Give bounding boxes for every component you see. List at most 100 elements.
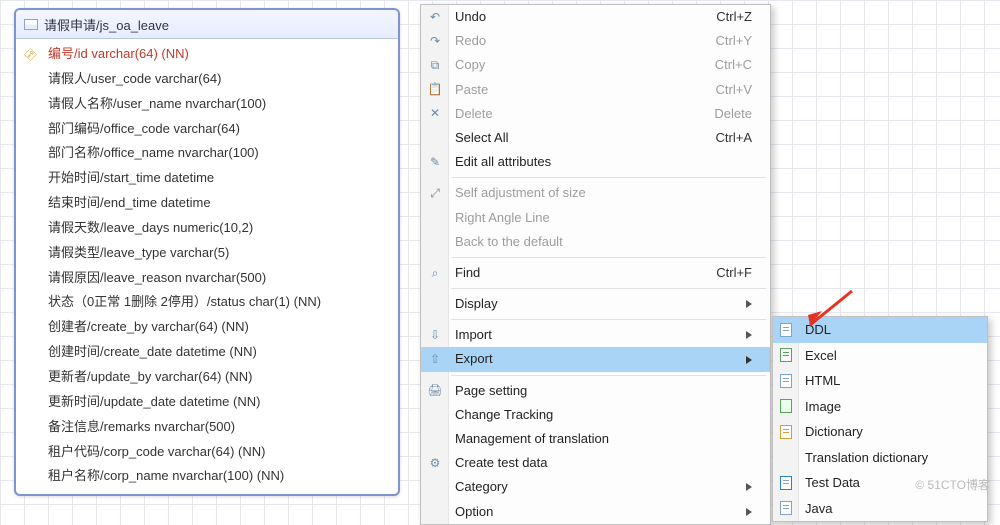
export-submenu: DDL ExcelHTML ImageDictionaryTranslation d… <box>772 316 988 522</box>
entity-title-bar[interactable]: 请假申请/js_oa_leave <box>16 10 398 39</box>
column-text: 部门名称/office_name nvarchar(100) <box>48 144 259 163</box>
menu-item-edit-all-attributes[interactable]: ✎Edit all attributes <box>421 150 770 174</box>
export-item-java[interactable]: Java <box>773 496 987 522</box>
column-row[interactable]: 更新时间/update_date datetime (NN) <box>16 390 398 415</box>
export-item-ddl[interactable]: DDL <box>773 317 987 343</box>
menu-item-undo[interactable]: ↶UndoCtrl+Z <box>421 5 770 29</box>
menu-item-display[interactable]: Display <box>421 292 770 316</box>
menu-item-label: Back to the default <box>455 233 563 251</box>
column-text: 租户名称/corp_name nvarchar(100) (NN) <box>48 467 284 486</box>
menu-item-label: Self adjustment of size <box>455 184 586 202</box>
menu-item-category[interactable]: Category <box>421 475 770 499</box>
menu-item-right-angle-line: Right Angle Line <box>421 206 770 230</box>
column-row[interactable]: 部门编码/office_code varchar(64) <box>16 117 398 142</box>
change-tracking-icon <box>427 407 443 423</box>
export-excel-icon <box>778 347 794 363</box>
submenu-arrow-icon <box>746 508 752 516</box>
column-row[interactable]: 状态（0正常 1删除 2停用）/status char(1) (NN) <box>16 290 398 315</box>
primary-key-icon: ⚿ <box>23 45 43 65</box>
export-item-label: Image <box>805 397 841 417</box>
back-to-the-default-icon <box>427 234 443 250</box>
find-icon: ⌕ <box>427 265 443 281</box>
column-text: 创建时间/create_date datetime (NN) <box>48 343 257 362</box>
column-text: 开始时间/start_time datetime <box>48 169 214 188</box>
export-item-test-data[interactable]: Test Data <box>773 470 987 496</box>
column-row[interactable]: 结束时间/end_time datetime <box>16 191 398 216</box>
menu-item-redo: ↷RedoCtrl+Y <box>421 29 770 53</box>
menu-item-delete: ✕DeleteDelete <box>421 102 770 126</box>
column-row[interactable]: 请假人名称/user_name nvarchar(100) <box>16 92 398 117</box>
submenu-arrow-icon <box>746 483 752 491</box>
column-text: 结束时间/end_time datetime <box>48 194 211 213</box>
column-text: 更新者/update_by varchar(64) (NN) <box>48 368 252 387</box>
column-row[interactable]: 部门名称/office_name nvarchar(100) <box>16 141 398 166</box>
export-item-dictionary[interactable]: Dictionary <box>773 419 987 445</box>
copy-icon: ⧉ <box>427 57 443 73</box>
column-text: 租户代码/corp_code varchar(64) (NN) <box>48 443 265 462</box>
export-html-icon <box>778 373 794 389</box>
export-icon: ⇧ <box>427 352 443 368</box>
menu-item-option[interactable]: Option <box>421 500 770 524</box>
menu-item-find[interactable]: ⌕FindCtrl+F <box>421 261 770 285</box>
column-text: 状态（0正常 1删除 2停用）/status char(1) (NN) <box>48 293 321 312</box>
column-row[interactable]: 租户代码/corp_code varchar(64) (NN) <box>16 440 398 465</box>
column-row[interactable]: 租户名称/corp_name nvarchar(100) (NN) <box>16 464 398 489</box>
menu-separator <box>451 177 766 178</box>
display-icon <box>427 296 443 312</box>
select-all-icon <box>427 130 443 146</box>
menu-shortcut: Ctrl+V <box>716 81 752 99</box>
menu-item-label: Redo <box>455 32 486 50</box>
import-icon: ⇩ <box>427 327 443 343</box>
export-ddl-icon <box>778 322 794 338</box>
menu-item-copy: ⧉ Copy Ctrl+C <box>421 53 770 77</box>
menu-item-label: Page setting <box>455 382 527 400</box>
menu-shortcut: Ctrl+A <box>716 129 752 147</box>
menu-shortcut: Ctrl+C <box>715 56 752 74</box>
export-item-label: Excel <box>805 346 837 366</box>
column-row[interactable]: 请假类型/leave_type varchar(5) <box>16 241 398 266</box>
column-text: 请假类型/leave_type varchar(5) <box>48 244 229 263</box>
export-translation-dictionary-icon <box>778 449 794 465</box>
menu-item-change-tracking[interactable]: Change Tracking <box>421 403 770 427</box>
option-icon <box>427 504 443 520</box>
table-icon <box>24 19 38 30</box>
export-item-translation-dictionary[interactable]: Translation dictionary <box>773 445 987 471</box>
menu-item-select-all[interactable]: Select All Ctrl+A <box>421 126 770 150</box>
paste-icon: 📋 <box>427 82 443 98</box>
column-text: 请假原因/leave_reason nvarchar(500) <box>48 269 266 288</box>
menu-item-create-test-data[interactable]: ⚙ Create test data <box>421 451 770 475</box>
menu-item-label: Select All <box>455 129 508 147</box>
column-row[interactable]: 请假原因/leave_reason nvarchar(500) <box>16 266 398 291</box>
column-row[interactable]: ⚿编号/id varchar(64) (NN) <box>16 42 398 67</box>
export-item-excel[interactable]: Excel <box>773 343 987 369</box>
menu-item-label: Category <box>455 478 508 496</box>
create-test-data-icon: ⚙ <box>427 455 443 471</box>
menu-item-label: Create test data <box>455 454 548 472</box>
export-dictionary-icon <box>778 424 794 440</box>
menu-item-label: Copy <box>455 56 485 74</box>
menu-item-back-to-the-default: Back to the default <box>421 230 770 254</box>
column-text: 请假人名称/user_name nvarchar(100) <box>48 95 266 114</box>
column-row[interactable]: 请假天数/leave_days numeric(10,2) <box>16 216 398 241</box>
menu-item-export[interactable]: ⇧Export <box>421 347 770 371</box>
export-test-data-icon <box>778 475 794 491</box>
edit-all-attributes-icon: ✎ <box>427 154 443 170</box>
entity-table[interactable]: 请假申请/js_oa_leave ⚿编号/id varchar(64) (NN)… <box>14 8 400 496</box>
menu-item-label: Import <box>455 326 492 344</box>
undo-icon: ↶ <box>427 9 443 25</box>
column-row[interactable]: 创建者/create_by varchar(64) (NN) <box>16 315 398 340</box>
export-item-image[interactable]: Image <box>773 394 987 420</box>
menu-item-page-setting[interactable]: 🖨Page setting <box>421 379 770 403</box>
menu-item-management-of-translation[interactable]: Management of translation <box>421 427 770 451</box>
management-of-translation-icon <box>427 431 443 447</box>
menu-item-import[interactable]: ⇩ Import <box>421 323 770 347</box>
export-item-label: Java <box>805 499 832 519</box>
column-row[interactable]: 创建时间/create_date datetime (NN) <box>16 340 398 365</box>
export-item-html[interactable]: HTML <box>773 368 987 394</box>
column-row[interactable]: 开始时间/start_time datetime <box>16 166 398 191</box>
column-text: 请假天数/leave_days numeric(10,2) <box>48 219 253 238</box>
column-row[interactable]: 更新者/update_by varchar(64) (NN) <box>16 365 398 390</box>
column-row[interactable]: 备注信息/remarks nvarchar(500) <box>16 415 398 440</box>
menu-shortcut: Delete <box>714 105 752 123</box>
column-row[interactable]: 请假人/user_code varchar(64) <box>16 67 398 92</box>
